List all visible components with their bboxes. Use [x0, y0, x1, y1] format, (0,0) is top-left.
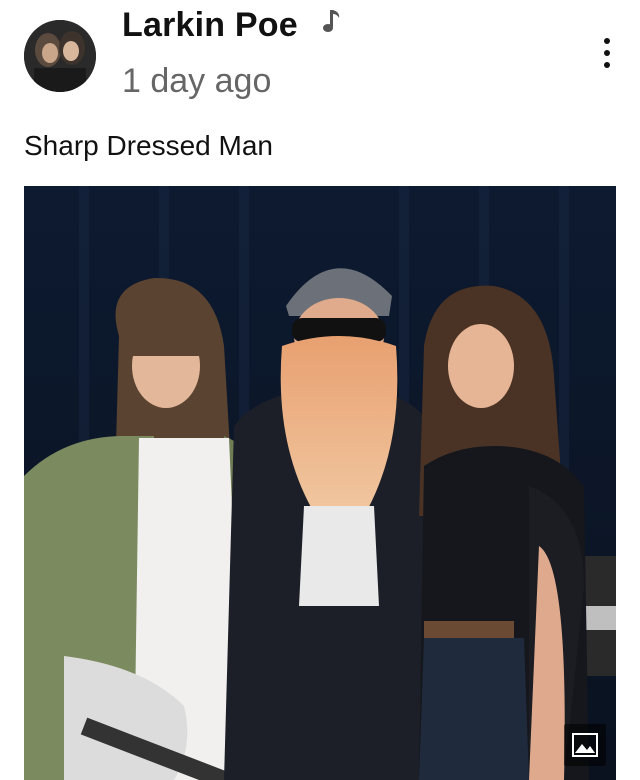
photo-image [24, 186, 616, 780]
music-note-icon [323, 10, 340, 32]
avatar-photo [24, 20, 96, 92]
post-timestamp: 1 day ago [122, 62, 272, 100]
image-icon [572, 733, 598, 757]
more-options-button[interactable] [592, 32, 622, 74]
post-photo[interactable] [24, 186, 616, 780]
avatar[interactable] [24, 20, 96, 92]
author-name[interactable]: Larkin Poe [122, 6, 298, 45]
post-caption: Sharp Dressed Man [24, 130, 274, 161]
photo-badge [564, 724, 606, 766]
